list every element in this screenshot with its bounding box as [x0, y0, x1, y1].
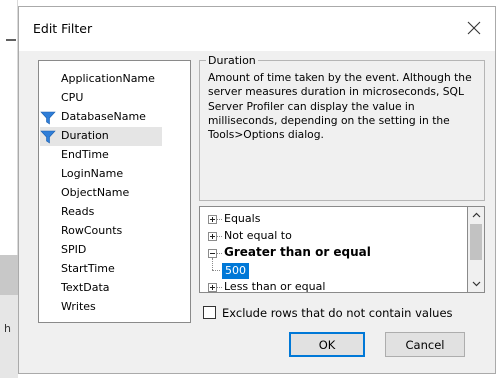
close-icon: [467, 21, 481, 35]
column-label: TextData: [61, 281, 110, 294]
close-button[interactable]: [453, 11, 495, 45]
operator-tree[interactable]: Equals Not equal to Greater than or equa…: [199, 206, 468, 293]
column-item-reads[interactable]: Reads: [40, 203, 180, 222]
column-item-textdata[interactable]: TextData: [40, 279, 180, 298]
expand-icon[interactable]: [208, 283, 217, 292]
column-item-databasename[interactable]: DatabaseName: [40, 108, 180, 127]
ok-button[interactable]: OK: [289, 332, 365, 357]
tree-connector: [212, 258, 213, 270]
column-label: LoginName: [61, 167, 124, 180]
collapse-icon[interactable]: [208, 249, 217, 258]
title-bar: Edit Filter: [19, 7, 495, 51]
filter-value-input[interactable]: 500: [222, 263, 249, 279]
column-item-spid[interactable]: SPID: [40, 241, 180, 260]
edit-filter-dialog: Edit Filter ApplicationName CPU Database…: [18, 6, 496, 374]
column-item-objectname[interactable]: ObjectName: [40, 184, 180, 203]
exclude-rows-checkbox[interactable]: [203, 306, 216, 319]
cancel-button[interactable]: Cancel: [385, 332, 465, 357]
column-label: Duration: [61, 129, 109, 142]
scroll-up-button[interactable]: [468, 207, 484, 223]
funnel-icon: [40, 111, 56, 125]
background-text-fragment: h: [4, 322, 11, 335]
column-label: StartTime: [61, 262, 115, 275]
column-label: CPU: [61, 91, 84, 104]
funnel-icon: [40, 130, 56, 144]
chevron-down-icon: [472, 281, 480, 287]
tree-connector: [212, 270, 220, 271]
column-list[interactable]: ApplicationName CPU DatabaseName Duratio…: [38, 60, 191, 323]
description-group: Duration Amount of time taken by the eve…: [199, 54, 485, 201]
column-label: EndTime: [61, 148, 109, 161]
operator-tree-scrollbar[interactable]: [468, 206, 485, 293]
column-label: Writes: [61, 300, 96, 313]
description-text: Amount of time taken by the event. Altho…: [208, 71, 472, 142]
background-panel: [0, 255, 18, 295]
expand-icon[interactable]: [208, 232, 217, 241]
column-item-applicationname[interactable]: ApplicationName: [40, 70, 180, 89]
column-item-duration[interactable]: Duration: [40, 127, 162, 146]
background-divider: [6, 39, 16, 41]
chevron-up-icon: [472, 212, 480, 218]
column-item-rowcounts[interactable]: RowCounts: [40, 222, 180, 241]
column-item-starttime[interactable]: StartTime: [40, 260, 180, 279]
background-panel-lower: [0, 295, 18, 378]
tree-node-label: Less than or equal: [224, 280, 326, 293]
column-label: SPID: [61, 243, 87, 256]
expand-icon[interactable]: [208, 215, 217, 224]
tree-node-label: Greater than or equal: [224, 245, 371, 259]
column-label: Reads: [61, 205, 95, 218]
tree-node-label: Not equal to: [224, 229, 292, 242]
column-label: ApplicationName: [61, 72, 155, 85]
column-label: DatabaseName: [61, 110, 146, 123]
column-item-loginname[interactable]: LoginName: [40, 165, 180, 184]
column-item-endtime[interactable]: EndTime: [40, 146, 180, 165]
scroll-thumb[interactable]: [470, 224, 482, 260]
column-item-writes[interactable]: Writes: [40, 298, 180, 317]
tree-node-label: Equals: [224, 212, 261, 225]
column-item-cpu[interactable]: CPU: [40, 89, 180, 108]
exclude-rows-label[interactable]: Exclude rows that do not contain values: [222, 306, 453, 320]
scroll-down-button[interactable]: [468, 276, 484, 292]
background-window-edge: [0, 0, 18, 255]
column-label: ObjectName: [61, 186, 130, 199]
description-title: Duration: [206, 54, 258, 67]
dialog-title: Edit Filter: [33, 21, 93, 36]
column-label: RowCounts: [61, 224, 123, 237]
